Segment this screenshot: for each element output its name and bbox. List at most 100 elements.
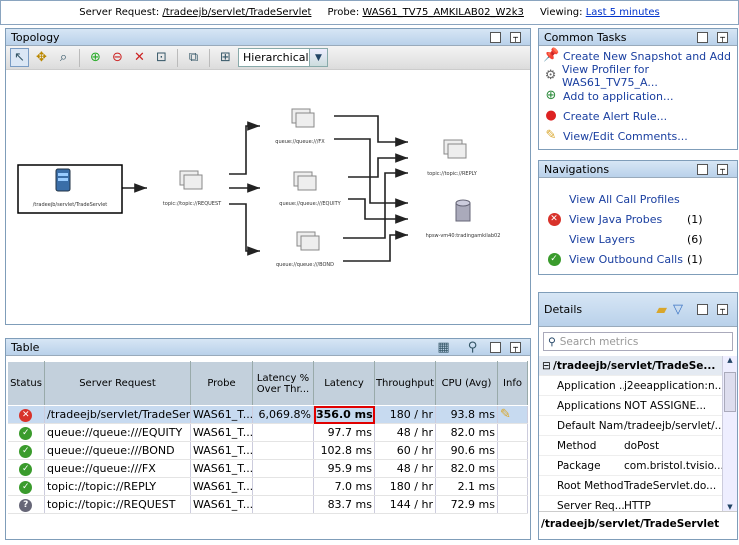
navigation-item[interactable]: ✓ View Outbound Calls (1) — [539, 249, 737, 269]
filter-icon[interactable]: ▽ — [673, 302, 683, 317]
chevron-down-icon: ▼ — [309, 49, 327, 66]
detail-row[interactable]: Method doPost — [539, 436, 722, 456]
detail-row[interactable]: Package com.bristol.tvisio... — [539, 456, 722, 476]
column-header[interactable]: Status — [7, 361, 45, 406]
edge — [229, 203, 260, 256]
time-range-link[interactable]: Last 5 minutes — [586, 7, 660, 18]
info-cell[interactable] — [497, 495, 528, 514]
maximize-button[interactable] — [697, 31, 708, 43]
collapse-icon[interactable]: ⊟ — [539, 360, 553, 372]
column-header[interactable]: Latency — [313, 361, 375, 406]
comment-icon[interactable]: ✎ — [500, 407, 511, 422]
server-request-link[interactable]: /tradeejb/servlet/TradeServlet — [162, 7, 311, 18]
column-header[interactable]: Latency % Over Thr... — [252, 361, 314, 406]
select-tool-icon[interactable]: ↖ — [10, 48, 29, 67]
pin-button[interactable]: ┬ — [717, 304, 728, 315]
layout-select[interactable]: Hierarchical ▼ — [238, 48, 328, 67]
column-chooser-icon[interactable]: ▦ — [434, 338, 453, 357]
table-row[interactable]: ✓ queue://queue:///FX WAS61_T... 95.9 ms 48 … — [7, 459, 528, 478]
column-header[interactable]: Probe — [190, 361, 253, 406]
edge — [334, 115, 408, 147]
zoom-reset-icon[interactable]: ✕ — [130, 48, 149, 67]
table-row[interactable]: ✓ queue://queue:///BOND WAS61_T... 102.8 ms… — [7, 441, 528, 460]
find-icon[interactable]: ⚲ — [463, 338, 482, 357]
navigation-label: View Java Probes — [569, 212, 663, 226]
overview-icon[interactable]: ⧉ — [184, 48, 203, 67]
topology-panel: Topology ┬ ↖ ✥ ⌕ ⊕ ⊖ ✕ ⊡ ⧉ ⊞ Hierarchical… — [5, 28, 531, 325]
error-icon: ✕ — [547, 212, 561, 226]
latency-cell: 97.7 ms — [313, 423, 375, 442]
info-cell[interactable] — [497, 441, 528, 460]
navigation-item[interactable]: ✕ View Java Probes (1) — [539, 209, 737, 229]
info-cell[interactable]: ✎ — [497, 405, 528, 424]
throughput-cell: 180 / hr — [374, 405, 436, 424]
node-label-bond: queue://queue:///BOND — [276, 262, 334, 268]
details-scrollbar[interactable]: ▲ ▼ — [722, 356, 737, 511]
unknown-icon: ? — [19, 499, 33, 512]
search-metrics-input[interactable]: ⚲ Search metrics — [543, 332, 733, 351]
pin-button[interactable]: ┬ — [510, 341, 521, 353]
cpu-cell: 72.9 ms — [435, 495, 498, 514]
check-icon: ✓ — [19, 463, 33, 476]
layout-icon[interactable]: ⊞ — [216, 48, 235, 67]
probe-link[interactable]: WAS61_TV75_AMKILAB02_W2k3 — [362, 7, 524, 18]
task-label: Create Alert Rule... — [563, 109, 668, 123]
column-header[interactable]: Throughput — [374, 361, 436, 406]
column-header[interactable]: Info — [497, 361, 528, 406]
common-tasks-title: Common Tasks — [544, 30, 627, 44]
detail-row[interactable]: Default Name/tradeejb/servlet/... — [539, 416, 722, 436]
probe-cell: WAS61_T... — [190, 441, 253, 460]
pin-button[interactable]: ┬ — [717, 163, 728, 175]
table-row[interactable]: ✕ /tradeejb/servlet/TradeServ...WAS61_T..… — [7, 405, 528, 424]
zoom-out-icon[interactable]: ⊖ — [108, 48, 127, 67]
request-cell: /tradeejb/servlet/TradeServ... — [44, 405, 191, 424]
navigation-item[interactable]: View All Call Profiles — [539, 189, 737, 209]
task-label: View Profiler for WAS61_TV75_A... — [562, 63, 658, 89]
topology-header: Topology ┬ — [6, 29, 530, 46]
cpu-cell: 82.0 ms — [435, 459, 498, 478]
detail-row[interactable]: Server Req... HTTP — [539, 496, 722, 512]
table-row[interactable]: ✓ topic://topic://REPLY WAS61_T... 7.0 ms 18… — [7, 477, 528, 496]
detail-row[interactable]: Application ... j2eeapplication:n... — [539, 376, 722, 396]
column-header[interactable]: Server Request — [44, 361, 191, 406]
zoom-in-icon[interactable]: ⊕ — [86, 48, 105, 67]
detail-row[interactable]: Applications NOT ASSIGNE... — [539, 396, 722, 416]
pan-tool-icon[interactable]: ✥ — [32, 48, 51, 67]
comments-icon: ✎ — [545, 128, 557, 143]
pushpin-icon: 📌 — [543, 48, 560, 63]
throughput-cell: 144 / hr — [374, 495, 436, 514]
table-row[interactable]: ✓ queue://queue:///EQUITY WAS61_T... 97.7 m… — [7, 423, 528, 442]
maximize-button[interactable] — [490, 341, 501, 353]
latency_pct-cell — [252, 477, 314, 496]
info-cell[interactable] — [497, 459, 528, 478]
maximize-button[interactable] — [697, 163, 708, 175]
message-queue-icons — [179, 108, 467, 251]
task-item[interactable]: ✎ View/Edit Comments... — [539, 126, 737, 146]
pin-button[interactable]: ┬ — [717, 31, 728, 43]
edge — [348, 198, 408, 224]
database-icon — [455, 199, 471, 222]
table-row[interactable]: ? topic://topic://REQUEST WAS61_T... 83.7 m… — [7, 495, 528, 514]
task-item[interactable]: ● Create Alert Rule... — [539, 106, 737, 126]
detail-row[interactable]: Root Method TradeServlet.do... — [539, 476, 722, 496]
check-icon: ✓ — [547, 252, 561, 266]
zoom-region-icon[interactable]: ⌕ — [54, 48, 73, 67]
fit-to-window-icon[interactable]: ⊡ — [152, 48, 171, 67]
probe-label: Probe: — [327, 7, 360, 18]
topology-canvas[interactable]: /tradeejb/servlet/TradeServlet topic://t… — [6, 70, 530, 323]
maximize-button[interactable] — [490, 31, 501, 43]
cpu-cell: 2.1 ms — [435, 477, 498, 496]
column-header[interactable]: CPU (Avg) — [435, 361, 498, 406]
navigations-panel: Navigations ┬ View All Call Profiles ✕ View… — [538, 160, 738, 275]
pin-button[interactable]: ┬ — [510, 31, 521, 43]
maximize-button[interactable] — [697, 304, 708, 315]
edge — [343, 230, 408, 262]
alert-icon: ● — [545, 108, 557, 123]
task-item[interactable]: ⚙ View Profiler for WAS61_TV75_A... — [539, 63, 737, 89]
navigation-item[interactable]: View Layers (6) — [539, 229, 737, 249]
task-item[interactable]: ⊕ Add to application... — [539, 86, 737, 106]
folder-icon[interactable]: ▰ — [656, 302, 667, 318]
info-cell[interactable] — [497, 477, 528, 496]
throughput-cell: 48 / hr — [374, 459, 436, 478]
info-cell[interactable] — [497, 423, 528, 442]
